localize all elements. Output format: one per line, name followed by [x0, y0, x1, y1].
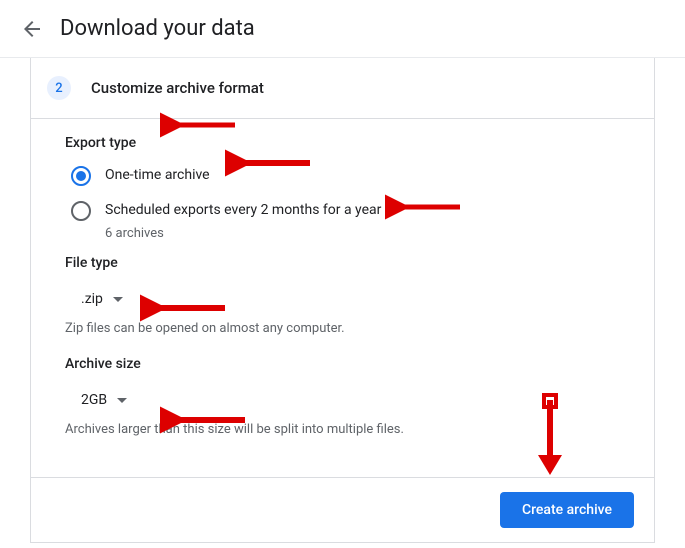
file-type-dropdown[interactable]: .zip: [71, 285, 133, 313]
radio-option-onetime[interactable]: One-time archive: [65, 165, 620, 186]
radio-label: One-time archive: [105, 165, 210, 185]
archive-size-heading: Archive size: [65, 356, 620, 372]
file-type-heading: File type: [65, 255, 620, 271]
file-type-helper: Zip files can be opened on almost any co…: [65, 321, 620, 336]
arrow-left-icon: [20, 17, 44, 41]
dropdown-value: 2GB: [81, 392, 107, 408]
radio-sublabel: 6 archives: [105, 226, 381, 241]
step-number-badge: 2: [47, 76, 71, 100]
dropdown-value: .zip: [81, 291, 103, 307]
form-body: Export type One-time archive Scheduled e…: [30, 119, 655, 477]
step-header: 2 Customize archive format: [30, 58, 655, 119]
page-title: Download your data: [60, 16, 255, 41]
chevron-down-icon: [113, 297, 123, 302]
page-header: Download your data: [0, 0, 685, 58]
content: 2 Customize archive format Export type O…: [0, 58, 685, 543]
radio-icon: [71, 201, 91, 221]
create-archive-button[interactable]: Create archive: [500, 492, 634, 528]
radio-label: Scheduled exports every 2 months for a y…: [105, 200, 381, 220]
archive-size-dropdown[interactable]: 2GB: [71, 386, 137, 414]
export-type-heading: Export type: [65, 135, 620, 151]
archive-size-helper: Archives larger than this size will be s…: [65, 422, 620, 437]
footer-actions: Create archive: [30, 477, 655, 543]
back-button[interactable]: [20, 17, 44, 41]
radio-icon: [71, 166, 91, 186]
chevron-down-icon: [117, 398, 127, 403]
radio-option-scheduled[interactable]: Scheduled exports every 2 months for a y…: [65, 200, 620, 241]
step-title: Customize archive format: [91, 79, 264, 97]
